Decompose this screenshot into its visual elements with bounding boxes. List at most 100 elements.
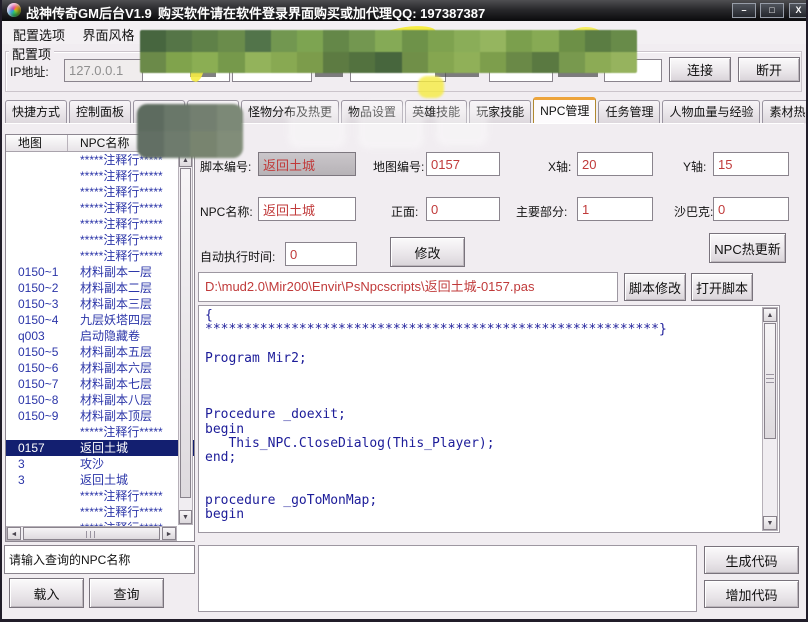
row-map-cell: 0150~3 xyxy=(6,296,68,312)
row-npc-name-cell: *****注释行***** xyxy=(68,488,194,504)
generate-code-button[interactable]: 生成代码 xyxy=(704,546,799,574)
table-row[interactable]: 0150~2材料副本二层 xyxy=(6,280,194,296)
table-row[interactable]: *****注释行***** xyxy=(6,424,194,440)
x-axis-field[interactable] xyxy=(577,152,653,176)
row-map-cell: 0150~9 xyxy=(6,408,68,424)
row-map-cell xyxy=(6,152,68,168)
scroll-up-icon[interactable]: ▲ xyxy=(763,308,777,322)
script-code-area[interactable]: { **************************************… xyxy=(198,305,780,533)
table-hscrollbar[interactable]: ◄ ► xyxy=(6,526,177,541)
row-map-cell xyxy=(6,248,68,264)
minimize-button[interactable]: – xyxy=(732,3,756,18)
script-modify-button[interactable]: 脚本修改 xyxy=(624,273,686,301)
npc-name-field[interactable] xyxy=(258,197,356,221)
close-button[interactable]: X xyxy=(789,3,808,18)
scroll-down-icon[interactable]: ▼ xyxy=(763,516,777,530)
tab-material-update[interactable]: 素材热更 xyxy=(762,100,808,123)
menu-ui-style[interactable]: 界面风格 xyxy=(80,21,136,44)
tab-task-manage[interactable]: 任务管理 xyxy=(598,100,660,123)
row-map-cell: q003 xyxy=(6,328,68,344)
main-part-field[interactable] xyxy=(577,197,653,221)
disconnect-button[interactable]: 断开 xyxy=(738,57,800,82)
row-npc-name-cell: 启动隐藏卷 xyxy=(68,328,194,344)
table-row[interactable]: 0150~3材料副本三层 xyxy=(6,296,194,312)
table-row[interactable]: *****注释行***** xyxy=(6,216,194,232)
tab-npc-manage[interactable]: NPC管理 xyxy=(533,97,596,123)
npc-table-body: *****注释行**********注释行**********注释行******… xyxy=(6,152,194,526)
header-map[interactable]: 地图 xyxy=(6,135,68,151)
open-script-button[interactable]: 打开脚本 xyxy=(691,273,753,301)
table-row[interactable]: *****注释行***** xyxy=(6,184,194,200)
table-row[interactable]: *****注释行***** xyxy=(6,232,194,248)
watermark-yellow-blob xyxy=(418,76,444,98)
script-path: D:\mud2.0\Mir200\Envir\PsNpcscripts\返回土城… xyxy=(198,272,618,302)
row-map-cell xyxy=(6,184,68,200)
ip-label: IP地址: xyxy=(10,63,49,80)
row-npc-name-cell: *****注释行***** xyxy=(68,504,194,520)
table-row[interactable]: *****注释行***** xyxy=(6,168,194,184)
tab-hp-exp[interactable]: 人物血量与经验 xyxy=(662,100,760,123)
table-row[interactable]: 0150~5材料副本五层 xyxy=(6,344,194,360)
row-map-cell: 0150~2 xyxy=(6,280,68,296)
table-row[interactable]: 3攻沙 xyxy=(6,456,194,472)
menu-config-options[interactable]: 配置选项 xyxy=(11,21,67,44)
query-button[interactable]: 查询 xyxy=(89,578,164,608)
auto-exec-label: 自动执行时间: xyxy=(200,248,275,265)
script-no-label: 脚本编号: xyxy=(200,158,251,175)
table-hscroll-thumb[interactable] xyxy=(23,527,160,540)
row-npc-name-cell: 材料副本二层 xyxy=(68,280,194,296)
table-row[interactable]: 0150~4九层妖塔四层 xyxy=(6,312,194,328)
row-map-cell: 3 xyxy=(6,456,68,472)
front-field[interactable] xyxy=(426,197,500,221)
table-row[interactable]: 0150~6材料副本六层 xyxy=(6,360,194,376)
npc-table: 地图 NPC名称 *****注释行**********注释行**********… xyxy=(5,134,195,542)
table-row[interactable]: *****注释行***** xyxy=(6,504,194,520)
load-button[interactable]: 载入 xyxy=(9,578,84,608)
code-vscroll-thumb[interactable] xyxy=(764,323,776,439)
tab-control-panel[interactable]: 控制面板 xyxy=(69,100,131,123)
table-row[interactable]: 0150~7材料副本七层 xyxy=(6,376,194,392)
row-npc-name-cell: 返回土城 xyxy=(68,472,194,488)
row-map-cell: 0150~6 xyxy=(6,360,68,376)
table-row[interactable]: 0150~8材料副本八层 xyxy=(6,392,194,408)
connect-button[interactable]: 连接 xyxy=(669,57,731,82)
table-row[interactable]: 0150~1材料副本一层 xyxy=(6,264,194,280)
row-npc-name-cell: 材料副本八层 xyxy=(68,392,194,408)
table-row[interactable]: *****注释行***** xyxy=(6,200,194,216)
row-map-cell: 3 xyxy=(6,472,68,488)
tab-shortcut[interactable]: 快捷方式 xyxy=(5,100,67,123)
main-part-label: 主要部分: xyxy=(516,203,567,220)
row-npc-name-cell: *****注释行***** xyxy=(68,168,194,184)
row-npc-name-cell: 返回土城 xyxy=(68,440,194,456)
x-axis-label: X轴: xyxy=(548,158,571,175)
table-vscroll-thumb[interactable] xyxy=(180,168,191,498)
script-no-field[interactable] xyxy=(258,152,356,176)
row-map-cell xyxy=(6,200,68,216)
y-axis-field[interactable] xyxy=(713,152,789,176)
watermark-white-blob xyxy=(436,106,488,146)
auto-exec-field[interactable] xyxy=(285,242,357,266)
row-npc-name-cell: 九层妖塔四层 xyxy=(68,312,194,328)
table-row[interactable]: 0157返回土城 xyxy=(6,440,194,456)
shabake-field[interactable] xyxy=(713,197,789,221)
script-code: { **************************************… xyxy=(199,306,779,525)
table-row[interactable]: *****注释行***** xyxy=(6,248,194,264)
map-no-label: 地图编号: xyxy=(373,158,424,175)
code-vscrollbar[interactable]: ▲ ▼ xyxy=(762,307,778,531)
npc-search-input[interactable] xyxy=(4,545,195,574)
map-no-field[interactable] xyxy=(426,152,500,176)
scroll-down-icon[interactable]: ▼ xyxy=(179,510,192,524)
maximize-button[interactable]: □ xyxy=(760,3,784,18)
scroll-right-icon[interactable]: ► xyxy=(162,527,176,540)
modify-button[interactable]: 修改 xyxy=(390,237,465,267)
table-row[interactable]: 0150~9材料副本顶层 xyxy=(6,408,194,424)
npc-hot-update-button[interactable]: NPC热更新 xyxy=(709,233,786,263)
add-code-button[interactable]: 增加代码 xyxy=(704,580,799,608)
table-row[interactable]: 3返回土城 xyxy=(6,472,194,488)
row-npc-name-cell: *****注释行***** xyxy=(68,216,194,232)
scroll-left-icon[interactable]: ◄ xyxy=(7,527,21,540)
table-row[interactable]: *****注释行***** xyxy=(6,488,194,504)
output-box[interactable] xyxy=(198,545,697,612)
table-row[interactable]: q003启动隐藏卷 xyxy=(6,328,194,344)
table-vscrollbar[interactable]: ▲ ▼ xyxy=(178,152,193,525)
